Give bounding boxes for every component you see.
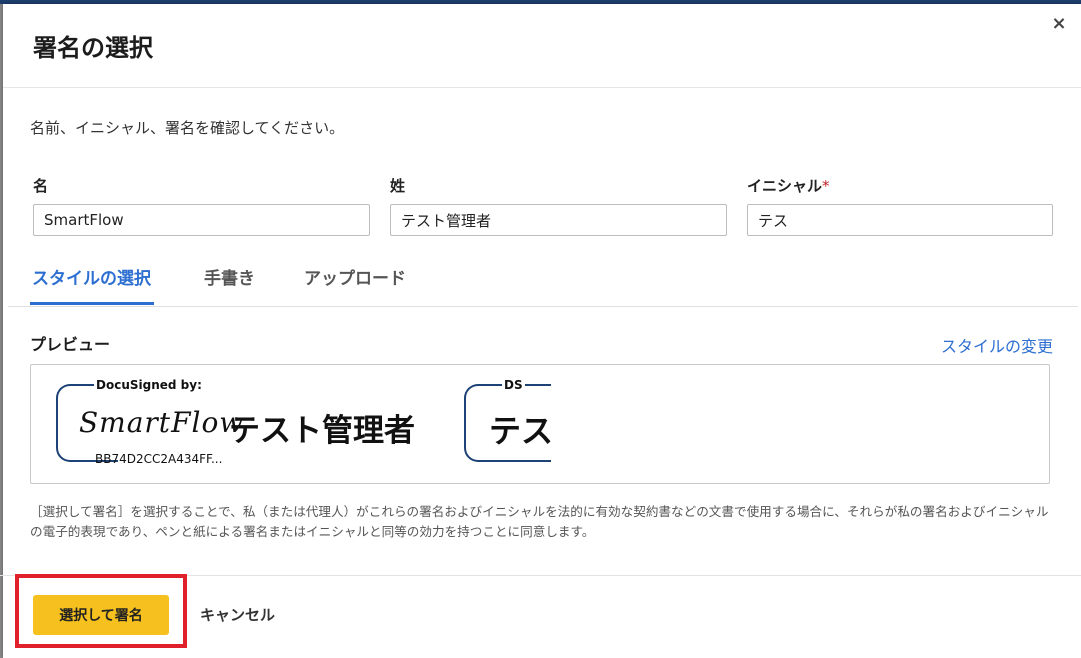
change-style-link[interactable]: スタイルの変更 [941, 333, 1053, 357]
signature-japanese-name: テスト管理者 [229, 413, 415, 449]
instruction-text: 名前、イニシャル、署名を確認してください。 [30, 119, 345, 137]
dialog-title: 署名の選択 [33, 34, 153, 62]
first-name-label: 名 [33, 177, 49, 195]
consent-text: ［選択して署名］を選択することで、私（または代理人）がこれらの署名およびイニシャ… [30, 504, 1049, 539]
last-name-label: 姓 [390, 177, 406, 195]
initials-label-text: イニシャル [747, 177, 823, 195]
signature-tabs: スタイルの選択 手書き アップロード [8, 250, 1078, 307]
signature-id: BB74D2CC2A434FF... [95, 452, 223, 466]
signature-preview: DocuSigned by: SmartFlow テスト管理者 BB74D2CC… [30, 364, 1050, 484]
signature-script-name: SmartFlow [79, 406, 245, 439]
tab-handwriting[interactable]: 手書き [204, 264, 255, 289]
dialog-header: 署名の選択 × [3, 4, 1081, 88]
initials-ds-tag: DS [502, 378, 525, 392]
first-name-input[interactable] [33, 204, 370, 236]
tab-select-style[interactable]: スタイルの選択 [32, 264, 151, 289]
signature-docusigned-tag: DocuSigned by: [94, 378, 204, 392]
initials-label: イニシャル* [747, 175, 830, 196]
active-tab-indicator [30, 302, 154, 305]
close-icon[interactable]: × [1049, 14, 1069, 34]
preview-label: プレビュー [30, 335, 111, 354]
initials-preview-text: テス [489, 412, 554, 450]
tab-upload[interactable]: アップロード [304, 264, 406, 289]
initials-input[interactable] [747, 204, 1053, 236]
select-signature-dialog: 署名の選択 × [3, 4, 1081, 658]
select-and-sign-button[interactable]: 選択して署名 [33, 595, 169, 635]
required-mark: * [822, 177, 830, 195]
last-name-input[interactable] [390, 204, 727, 236]
cancel-button[interactable]: キャンセル [200, 604, 275, 625]
